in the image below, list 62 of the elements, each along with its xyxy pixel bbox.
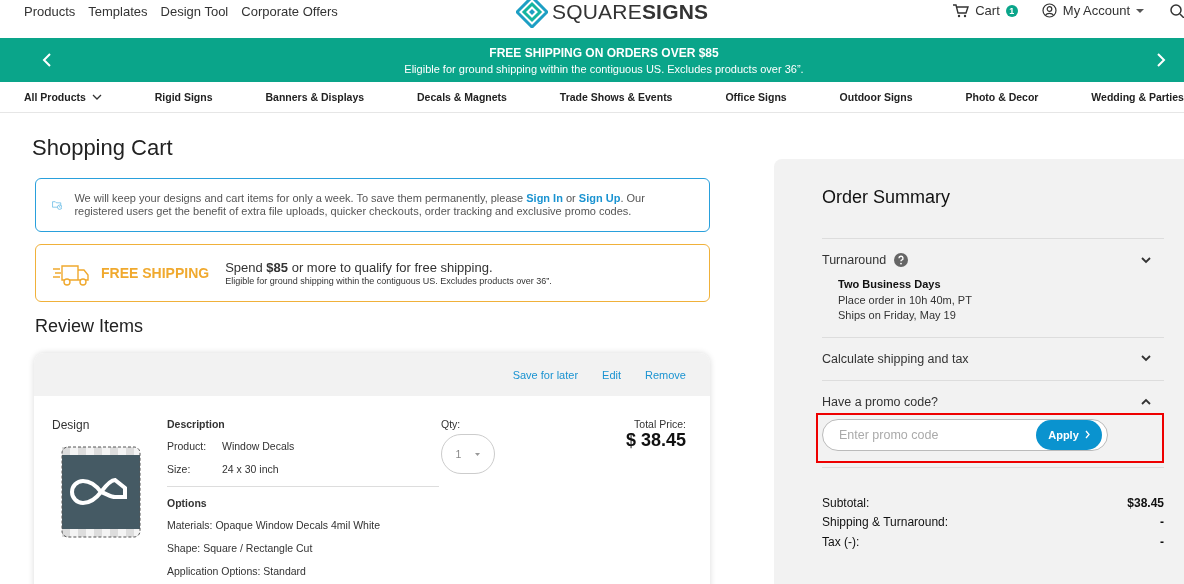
chevron-up-icon[interactable] [1140, 396, 1152, 407]
logo-text[interactable]: SQUARESIGNS [552, 0, 709, 24]
design-label: Design [52, 418, 91, 432]
category-link[interactable]: Wedding & Parties [1091, 91, 1184, 103]
notice-text: We will keep your designs and cart items for only a week. To save them permanently, please Sign In or Sign Up. Our registered users get the benefit of extra file uploads, quicker checkouts, order tracking and exclusive promo codes. [74, 192, 646, 218]
category-link[interactable]: Trade Shows & Events [559, 91, 673, 103]
account-icon[interactable] [1041, 3, 1057, 18]
category-link[interactable]: Office Signs [725, 91, 787, 103]
chevron-down-icon[interactable] [91, 94, 102, 100]
search-icon[interactable] [1170, 3, 1184, 18]
turnaround-detail: Ships on Friday, May 19 [838, 308, 957, 323]
total-value: - [1160, 514, 1164, 531]
accordion-label[interactable]: Calculate shipping and tax [822, 351, 969, 366]
chevron-down-icon[interactable] [1140, 353, 1152, 364]
detail-value: 24 x 30 inch [222, 463, 279, 475]
turnaround-option: Two Business Days [838, 277, 1164, 293]
nav-link[interactable]: Design Tool [160, 3, 229, 19]
options-heading: Options [167, 497, 208, 509]
detail-label: Product: [167, 440, 208, 452]
page-title: Shopping Cart [32, 135, 174, 161]
shipping-note: Eligible for ground shipping within the contiguous US. Excludes products over 36”. [225, 276, 552, 286]
detail-value: Window Decals [222, 440, 295, 452]
account-link[interactable]: My Account [1062, 3, 1130, 18]
accordion-label[interactable]: Turnaround [822, 253, 887, 267]
total-price-label: Total Price: [633, 418, 686, 430]
nav-link[interactable]: Products [24, 3, 76, 19]
cart-icon[interactable] [952, 3, 970, 18]
logo-icon[interactable] [516, 0, 548, 28]
summary-title: Order Summary [822, 187, 952, 208]
category-link[interactable]: Outdoor Signs [839, 91, 913, 103]
total-label: Subtotal: [822, 494, 870, 512]
accordion-label[interactable]: Have a promo code? [822, 394, 939, 409]
caret-icon[interactable] [1136, 8, 1144, 13]
free-shipping-label: FREE SHIPPING [101, 265, 210, 281]
cart-link[interactable]: Cart [975, 3, 1000, 18]
section-title: Review Items [35, 316, 145, 337]
total-price: $ 38.45 [624, 430, 686, 451]
nav-link[interactable]: Templates [88, 3, 148, 19]
option-text: Shape: Square / Rectangle Cut [167, 542, 314, 554]
option-text: Materials: Opaque Window Decals 4mil White [167, 519, 381, 531]
total-value: - [1160, 533, 1164, 551]
quantity-label: Qty: [441, 418, 462, 430]
cart-count-badge: 1 [1005, 4, 1018, 17]
category-link[interactable]: Photo & Decor [965, 91, 1039, 103]
help-icon[interactable] [894, 253, 909, 267]
shipping-message: Spend $85 or more to qualify for free shipping. [225, 260, 494, 275]
total-label: Tax (-): [822, 533, 860, 551]
category-link[interactable]: Banners & Displays [265, 91, 365, 103]
category-link[interactable]: Decals & Magnets [417, 91, 507, 103]
banner-subtitle: Eligible for ground shipping within the contiguous US. Excludes products over 36”. [404, 62, 804, 75]
turnaround-detail: Place order in 10h 40m, PT [838, 292, 973, 308]
total-label: Shipping & Turnaround: [822, 514, 949, 531]
total-value: $38.45 [1127, 494, 1164, 512]
category-link[interactable]: All Products [24, 91, 86, 103]
banner-title: FREE SHIPPING ON ORDERS OVER $85 [488, 45, 720, 60]
detail-label: Size: [167, 463, 192, 475]
chevron-down-icon[interactable] [1140, 254, 1152, 266]
chevron-right-icon[interactable] [1084, 430, 1090, 439]
category-link[interactable]: Rigid Signs [154, 91, 213, 103]
nav-link[interactable]: Corporate Offers [241, 3, 338, 19]
option-text: Application Options: Standard [167, 565, 307, 577]
description-heading: Description [167, 418, 226, 430]
